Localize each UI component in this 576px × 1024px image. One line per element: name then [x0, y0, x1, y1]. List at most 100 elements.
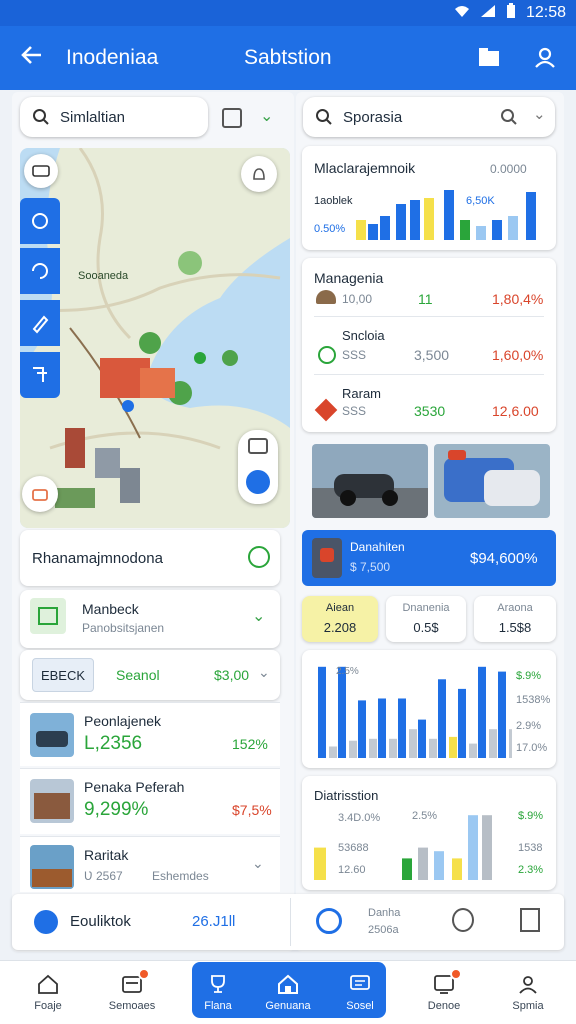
nav-item-services[interactable]: Semoaes: [92, 962, 172, 1022]
chart2-bar: [458, 688, 466, 758]
calendar-icon[interactable]: [222, 108, 242, 128]
footer-left-value[interactable]: 26.J1ll: [192, 913, 235, 930]
trophy-icon: [211, 975, 225, 993]
sync-tool-icon[interactable]: [20, 198, 60, 244]
list-item[interactable]: Raritak Ʋ 2567 Eshemdes ⌄: [20, 836, 280, 892]
ebeck-tag: EBECK: [32, 658, 94, 692]
profile-icon[interactable]: [532, 44, 558, 70]
chart3-title: Diatrisstion: [314, 788, 379, 803]
distribution-card[interactable]: Diatrisstion 3.4D.0% 2.5% 53688 12.60 $.…: [302, 776, 556, 890]
nav-item-plan[interactable]: Flana: [178, 962, 258, 1022]
manbeck-row[interactable]: Manbeck Panobsitsjanen ⌄: [20, 590, 280, 648]
briefcase-icon[interactable]: [22, 476, 58, 512]
list-item[interactable]: Penaka Peferah 9,299% $7,5%: [20, 768, 280, 834]
vehicle-photo-2[interactable]: [434, 444, 550, 518]
chart2-bar: [498, 671, 506, 758]
nav-label: Genuana: [265, 1000, 311, 1012]
mgmt-item-c: 1,60,0%: [492, 347, 544, 363]
promo-value: $94,600%: [470, 550, 538, 567]
region-card[interactable]: Rhanamajmnodona: [20, 530, 280, 586]
nav-item-social[interactable]: Sosel: [320, 962, 400, 1022]
vehicle-photo-1[interactable]: [312, 444, 428, 518]
chart1-label-a: 1aoblek: [314, 195, 353, 207]
nav-item-devices[interactable]: Denoe: [404, 962, 484, 1022]
camera-icon[interactable]: [248, 438, 268, 454]
refresh-tool-icon[interactable]: [20, 248, 60, 294]
mgmt-item-b: 3,500: [414, 347, 450, 363]
chart2-bar: [478, 666, 486, 758]
metrics-chart-card[interactable]: Mlaclarajemnoik 0.0000 1aoblek 0.50% 6,5…: [302, 146, 556, 250]
chart1-title: Mlaclarajemnoik: [314, 160, 416, 176]
chevron-down-icon[interactable]: ⌄: [252, 855, 264, 872]
nav-item-general[interactable]: Genuana: [248, 962, 328, 1022]
chat-icon: [350, 975, 370, 990]
chart1-value: 0.0000: [490, 162, 527, 176]
footer-right-label: Danha: [368, 907, 401, 919]
notification-badge: [450, 968, 462, 980]
chevron-down-icon[interactable]: ⌄: [258, 664, 270, 681]
item-value: 9,299%: [84, 799, 149, 820]
bar-chart-card[interactable]: 2.5% $.9% 1538% 2.9% 17.0%: [302, 650, 556, 768]
check-icon[interactable]: [248, 546, 270, 568]
ebeck-row[interactable]: EBECK Seanol $3,00 ⌄: [20, 650, 280, 700]
app-title: Inodeniaa: [66, 46, 159, 69]
heart-icon: [314, 398, 338, 422]
stat-value: 0.5$: [413, 620, 439, 635]
chevron-down-icon[interactable]: ⌄: [252, 606, 265, 626]
right-search-input[interactable]: Sporasia ⌄: [303, 97, 555, 137]
layers-icon[interactable]: [24, 154, 58, 188]
alert-bell-icon[interactable]: [241, 156, 277, 192]
management-card[interactable]: Managenia 10,00 11 1,80,4% Sncloia SSS 3…: [302, 258, 556, 432]
stat-tile[interactable]: Aiean 2.208: [302, 596, 378, 642]
chart2-bar: [398, 698, 406, 758]
mgmt-item-a: 10,00: [342, 292, 373, 306]
status-bar: 12:58: [0, 0, 576, 26]
stat-tile[interactable]: Dnanenia 0.5$: [386, 596, 466, 642]
status-time: 12:58: [525, 4, 566, 21]
chart3-label: 53688: [338, 842, 369, 854]
search-icon[interactable]: [500, 108, 518, 126]
nav-item-profile[interactable]: Spmia: [488, 962, 568, 1022]
app-icon: [312, 538, 342, 578]
chart2-bar: [449, 736, 457, 758]
manbeck-subtitle: Panobsitsjanen: [82, 621, 165, 635]
chart2-bar: [438, 679, 446, 758]
item-subtitle: Eshemdes: [152, 869, 209, 883]
pen-tool-icon[interactable]: [20, 300, 60, 346]
badge-icon[interactable]: [452, 908, 474, 932]
nav-item-home[interactable]: Foaje: [8, 962, 88, 1022]
mgmt-item-c: 1,80,4%: [492, 291, 544, 307]
chart2-label: 2.9%: [516, 720, 542, 732]
chart2-bar: [329, 746, 337, 758]
folder-icon[interactable]: [476, 44, 502, 70]
item-value: L,2356: [84, 733, 143, 754]
chart2-label: 17.0%: [516, 742, 548, 754]
stat-tile[interactable]: Araona 1.5$8: [474, 596, 556, 642]
chart2-label: 2.5%: [336, 666, 359, 677]
stat-label: Aiean: [325, 602, 355, 614]
chart2-bar: [358, 700, 366, 758]
shield-icon: [34, 910, 58, 934]
stat-label: Araona: [497, 602, 533, 614]
nav-label: Denoe: [427, 1000, 461, 1012]
map-book-icon[interactable]: [520, 908, 540, 932]
user-group-icon: [519, 976, 537, 994]
chart2-bar: [349, 740, 357, 758]
list-item[interactable]: Peonlajenek L,2356 152%: [20, 702, 280, 766]
chart3-bar: [402, 858, 412, 880]
navigate-icon[interactable]: [246, 470, 270, 494]
left-search-input[interactable]: Simlaltian: [20, 97, 208, 137]
chevron-down-icon[interactable]: ⌄: [260, 106, 273, 126]
nav-label: Flana: [204, 1000, 232, 1012]
ruler-tool-icon[interactable]: [20, 352, 60, 398]
notification-badge: [138, 968, 150, 980]
chart3-label: 1538: [518, 842, 543, 854]
chart2-bar: [389, 738, 397, 758]
chevron-down-icon[interactable]: ⌄: [533, 105, 546, 123]
back-arrow-icon[interactable]: [16, 42, 48, 74]
promo-banner[interactable]: Danahiten $ 7,500 $94,600%: [302, 530, 556, 586]
item-thumbnail: [30, 779, 74, 823]
summary-bar: Eouliktok 26.J1ll Danha 2506a: [12, 894, 564, 950]
item-title: Raritak: [84, 847, 129, 863]
chart1-bars: [356, 190, 536, 240]
